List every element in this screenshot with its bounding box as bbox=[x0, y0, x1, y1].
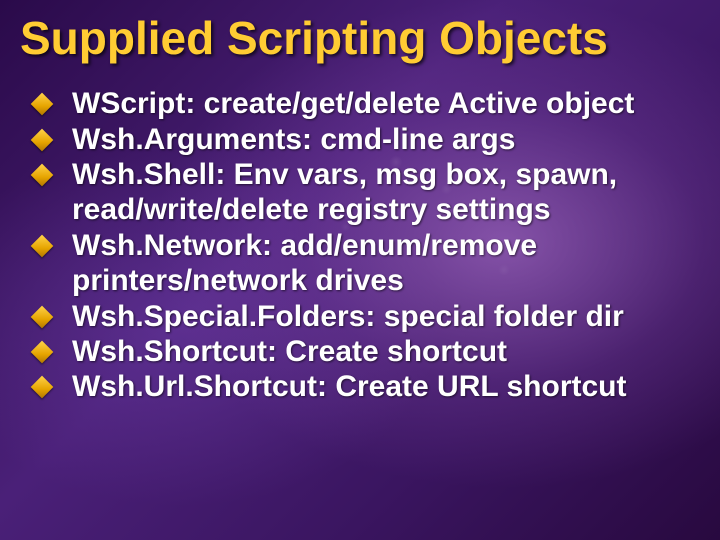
list-item: Wsh.Arguments: cmd-line args bbox=[34, 122, 696, 157]
list-item-text: Wsh.Network: add/enum/remove printers/ne… bbox=[72, 228, 696, 299]
diamond-bullet-icon bbox=[31, 93, 54, 116]
list-item-text: Wsh.Special.Folders: special folder dir bbox=[72, 299, 624, 334]
list-item-text: Wsh.Url.Shortcut: Create URL shortcut bbox=[72, 369, 627, 404]
list-item-text: Wsh.Arguments: cmd-line args bbox=[72, 122, 515, 157]
list-item: WScript: create/get/delete Active object bbox=[34, 86, 696, 121]
list-item-text: WScript: create/get/delete Active object bbox=[72, 86, 634, 121]
list-item: Wsh.Special.Folders: special folder dir bbox=[34, 299, 696, 334]
list-item-text: Wsh.Shell: Env vars, msg box, spawn, rea… bbox=[72, 157, 696, 228]
slide-title: Supplied Scripting Objects bbox=[20, 14, 700, 62]
list-item-text: Wsh.Shortcut: Create shortcut bbox=[72, 334, 507, 369]
diamond-bullet-icon bbox=[31, 341, 54, 364]
diamond-bullet-icon bbox=[31, 235, 54, 258]
list-item: Wsh.Url.Shortcut: Create URL shortcut bbox=[34, 369, 696, 404]
diamond-bullet-icon bbox=[31, 164, 54, 187]
diamond-bullet-icon bbox=[31, 376, 54, 399]
list-item: Wsh.Shortcut: Create shortcut bbox=[34, 334, 696, 369]
diamond-bullet-icon bbox=[31, 305, 54, 328]
slide: Supplied Scripting Objects WScript: crea… bbox=[0, 0, 720, 540]
bullet-list: WScript: create/get/delete Active object… bbox=[20, 86, 700, 405]
diamond-bullet-icon bbox=[31, 128, 54, 151]
list-item: Wsh.Network: add/enum/remove printers/ne… bbox=[34, 228, 696, 299]
list-item: Wsh.Shell: Env vars, msg box, spawn, rea… bbox=[34, 157, 696, 228]
